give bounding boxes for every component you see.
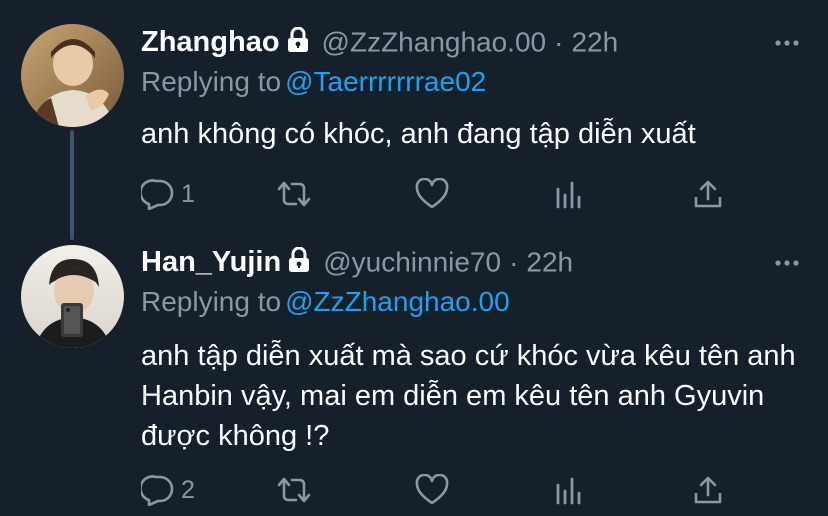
tweet-header: Han_Yujin @yuchinnie70 · 22h: [141, 246, 808, 286]
avatar[interactable]: [21, 24, 124, 127]
reply-count: 2: [181, 475, 195, 504]
tweet[interactable]: Zhanghao @ZzZhanghao.00 · 22h Replying to @T…: [0, 0, 828, 240]
like-icon: [415, 178, 449, 210]
tweet[interactable]: Han_Yujin @yuchinnie70 · 22h Replying to @Zz…: [0, 224, 828, 516]
reply-button[interactable]: 2: [141, 470, 195, 510]
avatar[interactable]: [21, 245, 124, 348]
tweet-header: Zhanghao @ZzZhanghao.00 · 22h: [141, 26, 808, 66]
analytics-icon: [554, 179, 584, 209]
separator-dot: ·: [554, 26, 564, 58]
more-icon[interactable]: [774, 250, 800, 281]
replying-to: Replying to @ZzZhanghao.00: [141, 286, 510, 322]
share-button[interactable]: [693, 470, 723, 510]
replying-to-mention[interactable]: @Taerrrrrrrae02: [285, 66, 486, 97]
display-name[interactable]: Zhanghao: [141, 26, 280, 58]
reply-button[interactable]: 1: [141, 174, 195, 214]
handle[interactable]: @yuchinnie70: [323, 247, 501, 278]
tweet-text: anh không có khóc, anh đang tập diễn xuấ…: [141, 118, 696, 150]
tweet-text: anh tập diễn xuất mà sao cứ khóc vừa kêu…: [141, 340, 796, 452]
share-icon: [693, 178, 723, 210]
share-button[interactable]: [693, 174, 723, 214]
retweet-icon: [276, 474, 312, 506]
separator-dot: ·: [509, 246, 519, 278]
like-button[interactable]: [415, 174, 455, 214]
handle[interactable]: @ZzZhanghao.00: [322, 27, 547, 58]
replying-to: Replying to @Taerrrrrrrae02: [141, 66, 486, 102]
replying-to-mention[interactable]: @ZzZhanghao.00: [285, 286, 510, 317]
analytics-button[interactable]: [554, 470, 584, 510]
timestamp[interactable]: 22h: [526, 247, 573, 278]
display-name[interactable]: Han_Yujin: [141, 246, 281, 278]
replying-to-label: Replying to: [141, 286, 282, 317]
analytics-icon: [554, 475, 584, 505]
reply-count: 1: [181, 179, 195, 208]
like-button[interactable]: [415, 470, 455, 510]
retweet-button[interactable]: [276, 470, 318, 510]
reply-icon: [141, 474, 175, 506]
timestamp[interactable]: 22h: [571, 27, 618, 58]
replying-to-label: Replying to: [141, 66, 282, 97]
lock-icon: [286, 26, 310, 58]
action-bar: 1: [141, 174, 741, 214]
lock-icon: [287, 246, 311, 278]
like-icon: [415, 474, 449, 506]
analytics-button[interactable]: [554, 174, 584, 214]
retweet-icon: [276, 178, 312, 210]
reply-icon: [141, 178, 175, 210]
action-bar: 2: [141, 470, 741, 510]
retweet-button[interactable]: [276, 174, 318, 214]
share-icon: [693, 474, 723, 506]
more-icon[interactable]: [774, 30, 800, 61]
